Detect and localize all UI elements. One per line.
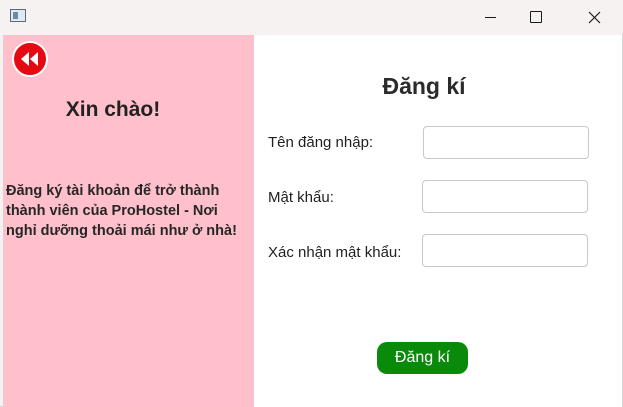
welcome-panel: Xin chào! Đăng ký tài khoản để trở thành…: [3, 35, 254, 407]
password-input[interactable]: [422, 180, 588, 213]
maximize-icon: [530, 11, 542, 23]
register-form-panel: Đăng kí Tên đăng nhập: Mật khẩu: Xác nhậ…: [254, 35, 622, 407]
form-title: Đăng kí: [382, 73, 466, 99]
username-label: Tên đăng nhập:: [268, 134, 374, 151]
minimize-button[interactable]: [467, 0, 513, 34]
username-input[interactable]: [423, 126, 589, 159]
rewind-icon: [21, 52, 38, 66]
register-button[interactable]: Đăng kí: [377, 342, 468, 374]
title-bar[interactable]: [0, 0, 623, 34]
register-window: Xin chào! Đăng ký tài khoản để trở thành…: [0, 0, 623, 407]
close-button[interactable]: [571, 0, 617, 34]
confirm-password-label: Xác nhận mật khẩu:: [268, 244, 402, 261]
greeting-heading: Xin chào!: [65, 98, 161, 121]
close-icon: [588, 11, 600, 23]
intro-text: Đăng ký tài khoản để trở thành thành viê…: [6, 183, 237, 239]
back-button[interactable]: [12, 41, 48, 77]
app-icon: [10, 9, 26, 22]
confirm-password-input[interactable]: [422, 234, 588, 267]
minimize-icon: [484, 16, 496, 18]
maximize-button[interactable]: [513, 0, 559, 34]
password-label: Mật khẩu:: [268, 189, 334, 206]
